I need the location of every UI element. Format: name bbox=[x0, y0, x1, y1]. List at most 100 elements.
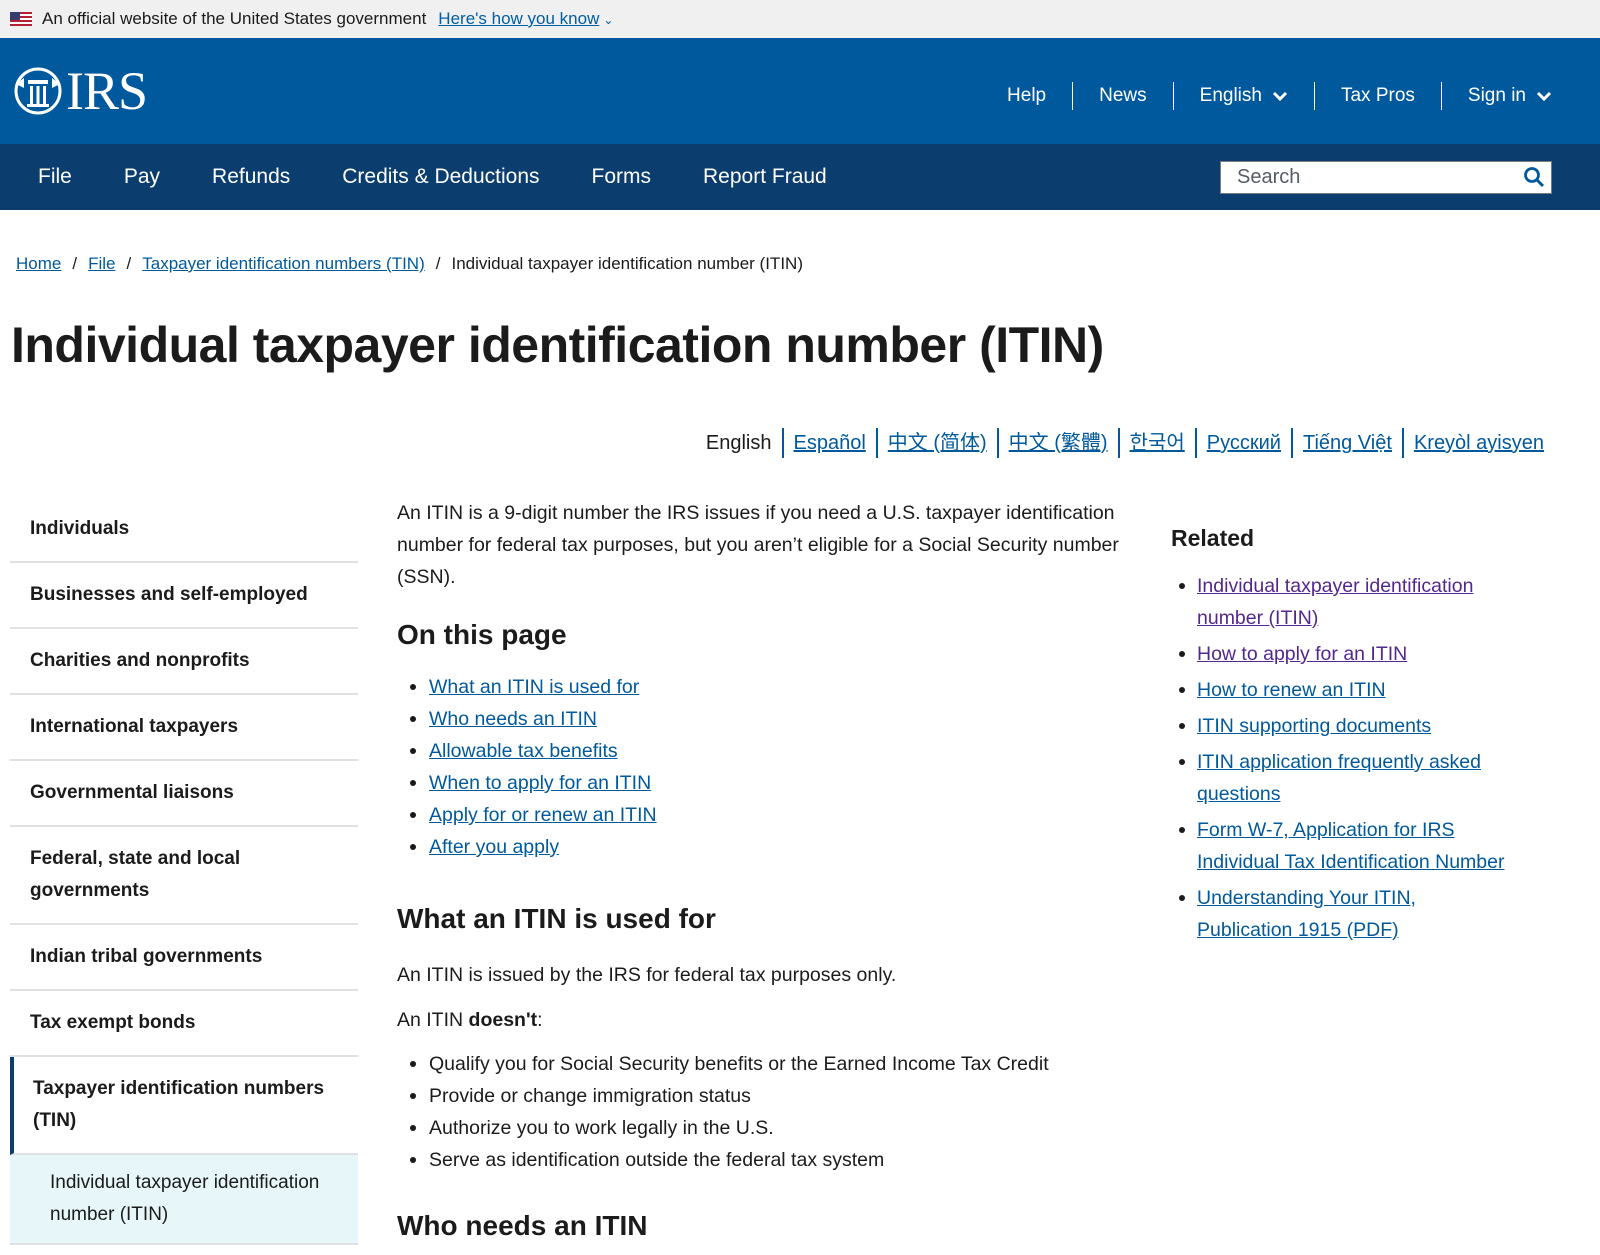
sidebar-item-indian-tribal[interactable]: Indian tribal governments bbox=[10, 925, 358, 991]
language-link-vietnamese[interactable]: Tiếng Việt bbox=[1290, 428, 1402, 458]
utility-language-dropdown[interactable]: English bbox=[1172, 82, 1314, 110]
language-link-chinese-traditional[interactable]: 中文 (繁體) bbox=[996, 428, 1118, 458]
section-heading-itin-used-for: What an ITIN is used for bbox=[397, 903, 716, 934]
intro-paragraph: An ITIN is a 9-digit number the IRS issu… bbox=[397, 502, 1119, 588]
heres-how-you-know-link[interactable]: Here's how you know ⌄ bbox=[438, 9, 613, 29]
main-nav-list: File Pay Refunds Credits & Deductions Fo… bbox=[12, 165, 853, 189]
on-this-page-link[interactable]: After you apply bbox=[429, 836, 559, 858]
list-item: Apply for or renew an ITIN bbox=[397, 799, 1122, 831]
eagle-icon bbox=[14, 67, 62, 115]
list-item: Provide or change immigration status bbox=[397, 1080, 1122, 1112]
nav-item-pay[interactable]: Pay bbox=[98, 165, 186, 189]
nav-item-forms[interactable]: Forms bbox=[566, 165, 678, 189]
irs-logo[interactable]: IRS bbox=[12, 61, 148, 121]
breadcrumb-separator: / bbox=[126, 254, 132, 273]
sidebar-item-tin-active[interactable]: Taxpayer identification numbers (TIN) bbox=[10, 1057, 358, 1155]
breadcrumb-separator: / bbox=[435, 254, 441, 273]
sidebar-nav: Individuals Businesses and self-employed… bbox=[10, 497, 358, 1245]
sidebar-item-businesses[interactable]: Businesses and self-employed bbox=[10, 563, 358, 629]
related-heading: Related bbox=[1171, 525, 1255, 551]
utility-nav: Help News English Tax Pros Sign in bbox=[981, 82, 1552, 110]
main-nav: File Pay Refunds Credits & Deductions Fo… bbox=[0, 144, 1600, 210]
doesnt-paragraph: An ITIN doesn't: bbox=[397, 1004, 1122, 1036]
on-this-page-link[interactable]: Who needs an ITIN bbox=[429, 708, 597, 730]
doesnt-prefix: An ITIN bbox=[397, 1009, 469, 1031]
list-item: How to renew an ITIN bbox=[1171, 674, 1511, 706]
related-link[interactable]: How to apply for an ITIN bbox=[1197, 643, 1407, 665]
related-list: Individual taxpayer identification numbe… bbox=[1171, 570, 1511, 946]
main-content: An ITIN is a 9-digit number the IRS issu… bbox=[397, 497, 1122, 1244]
breadcrumb-file[interactable]: File bbox=[88, 254, 115, 274]
list-item: ITIN supporting documents bbox=[1171, 710, 1511, 742]
utility-news[interactable]: News bbox=[1072, 82, 1173, 110]
list-item: Who needs an ITIN bbox=[397, 703, 1122, 735]
language-link-haitian-creole[interactable]: Kreyòl ayisyen bbox=[1401, 428, 1544, 458]
gov-banner-text: An official website of the United States… bbox=[42, 9, 427, 28]
search-box bbox=[1220, 160, 1552, 194]
on-this-page-link[interactable]: When to apply for an ITIN bbox=[429, 772, 651, 794]
section-heading-who-needs-itin: Who needs an ITIN bbox=[397, 1210, 648, 1241]
nav-item-refunds[interactable]: Refunds bbox=[186, 165, 316, 189]
irs-wordmark: IRS bbox=[66, 61, 148, 121]
breadcrumb: Home / File / Taxpayer identification nu… bbox=[16, 254, 803, 274]
list-item: How to apply for an ITIN bbox=[1171, 638, 1511, 670]
site-header: IRS Help News English Tax Pros Sign in bbox=[0, 38, 1600, 144]
related-link[interactable]: Understanding Your ITIN, Publication 191… bbox=[1197, 887, 1416, 941]
related-link[interactable]: ITIN supporting documents bbox=[1197, 715, 1431, 737]
related-link[interactable]: How to renew an ITIN bbox=[1197, 679, 1386, 701]
on-this-page-list: What an ITIN is used for Who needs an IT… bbox=[397, 671, 1122, 863]
doesnt-suffix: : bbox=[537, 1009, 543, 1031]
language-link-spanish[interactable]: Español bbox=[781, 428, 876, 458]
sidebar-item-international[interactable]: International taxpayers bbox=[10, 695, 358, 761]
utility-sign-in-label: Sign in bbox=[1467, 85, 1526, 106]
language-current: English bbox=[705, 432, 772, 454]
language-link-russian[interactable]: Русский bbox=[1194, 428, 1291, 458]
utility-sign-in-dropdown[interactable]: Sign in bbox=[1440, 82, 1552, 110]
utility-help[interactable]: Help bbox=[981, 82, 1072, 110]
nav-item-report-fraud[interactable]: Report Fraud bbox=[677, 165, 853, 189]
list-item: Form W-7, Application for IRS Individual… bbox=[1171, 814, 1511, 878]
list-item: ITIN application frequently asked questi… bbox=[1171, 746, 1511, 810]
sidebar-item-charities[interactable]: Charities and nonprofits bbox=[10, 629, 358, 695]
related-link[interactable]: Individual taxpayer identification numbe… bbox=[1197, 575, 1473, 629]
doesnt-bold: doesn't bbox=[468, 1009, 538, 1031]
nav-item-credits-deductions[interactable]: Credits & Deductions bbox=[316, 165, 565, 189]
heres-how-you-know-label: Here's how you know bbox=[438, 9, 600, 28]
breadcrumb-current: Individual taxpayer identification numbe… bbox=[451, 254, 803, 273]
list-item: Understanding Your ITIN, Publication 191… bbox=[1171, 882, 1511, 946]
list-item: Authorize you to work legally in the U.S… bbox=[397, 1112, 1122, 1144]
related-link[interactable]: ITIN application frequently asked questi… bbox=[1197, 751, 1481, 805]
breadcrumb-home[interactable]: Home bbox=[16, 254, 61, 274]
doesnt-list: Qualify you for Social Security benefits… bbox=[397, 1048, 1122, 1176]
breadcrumb-tin[interactable]: Taxpayer identification numbers (TIN) bbox=[142, 254, 425, 274]
on-this-page-link[interactable]: Allowable tax benefits bbox=[429, 740, 618, 762]
language-switcher: English Español 中文 (简体) 中文 (繁體) 한국어 Русс… bbox=[696, 428, 1544, 458]
sidebar-subitem-itin-current[interactable]: Individual taxpayer identification numbe… bbox=[10, 1155, 358, 1245]
language-link-chinese-simplified[interactable]: 中文 (简体) bbox=[875, 428, 997, 458]
list-item: Allowable tax benefits bbox=[397, 735, 1122, 767]
breadcrumb-separator: / bbox=[72, 254, 78, 273]
utility-language-label: English bbox=[1199, 85, 1262, 106]
chevron-down-icon bbox=[1536, 91, 1552, 101]
list-item: After you apply bbox=[397, 831, 1122, 863]
sidebar-item-governmental-liaisons[interactable]: Governmental liaisons bbox=[10, 761, 358, 827]
related-sidebar: Related Individual taxpayer identificati… bbox=[1171, 522, 1511, 950]
search-icon[interactable] bbox=[1523, 166, 1545, 188]
utility-help-label: Help bbox=[1007, 85, 1047, 106]
related-link[interactable]: Form W-7, Application for IRS Individual… bbox=[1197, 819, 1504, 873]
utility-news-label: News bbox=[1099, 85, 1147, 106]
gov-banner: An official website of the United States… bbox=[0, 0, 1600, 38]
list-item: What an ITIN is used for bbox=[397, 671, 1122, 703]
utility-tax-pros[interactable]: Tax Pros bbox=[1313, 82, 1441, 110]
utility-tax-pros-label: Tax Pros bbox=[1340, 85, 1415, 106]
language-link-korean[interactable]: 한국어 bbox=[1117, 428, 1195, 458]
on-this-page-link[interactable]: Apply for or renew an ITIN bbox=[429, 804, 657, 826]
search-input[interactable] bbox=[1237, 165, 1507, 189]
sidebar-item-individuals[interactable]: Individuals bbox=[10, 497, 358, 563]
sidebar-item-tax-exempt-bonds[interactable]: Tax exempt bonds bbox=[10, 991, 358, 1057]
nav-item-file[interactable]: File bbox=[12, 165, 98, 189]
list-item: Serve as identification outside the fede… bbox=[397, 1144, 1122, 1176]
on-this-page-link[interactable]: What an ITIN is used for bbox=[429, 676, 639, 698]
list-item: Qualify you for Social Security benefits… bbox=[397, 1048, 1122, 1080]
sidebar-item-federal-state-local[interactable]: Federal, state and local governments bbox=[10, 827, 358, 925]
